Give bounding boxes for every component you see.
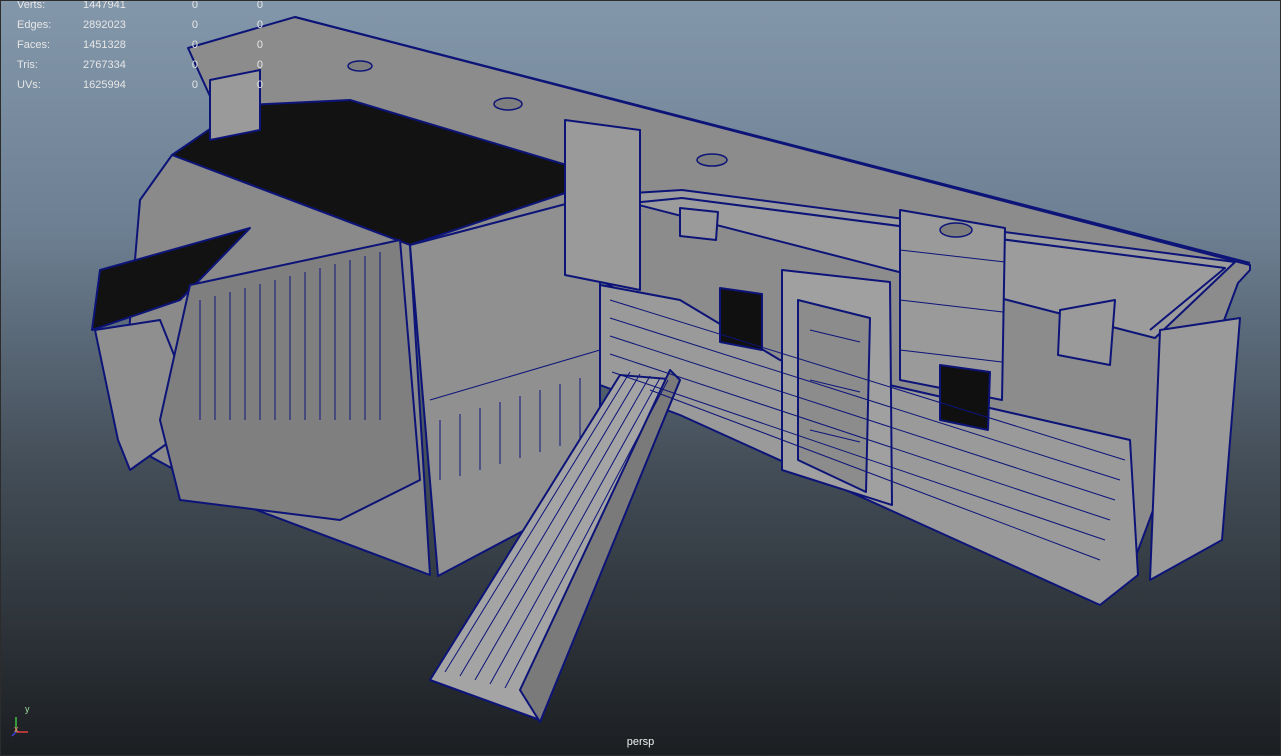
3d-viewport[interactable]: Verts: 1447941 0 0 Edges: 2892023 0 0 Fa… <box>0 0 1281 756</box>
hud-selected: 0 <box>191 79 198 91</box>
hud-count: 1625994 <box>83 79 126 91</box>
hud-label: Tris: <box>17 59 38 71</box>
hud-selected: 0 <box>191 39 198 51</box>
hud-label: Verts: <box>17 0 46 11</box>
hud-label: UVs: <box>17 79 41 91</box>
hud-percent: 0 <box>256 39 263 51</box>
hud-selected: 0 <box>191 59 198 71</box>
hud-count: 2767334 <box>83 59 126 71</box>
hud-count: 2892023 <box>83 19 126 31</box>
hud-label: Edges: <box>17 19 52 31</box>
hud-percent: 0 <box>256 79 263 91</box>
scene-wireframe[interactable] <box>0 0 1281 756</box>
view-axis-gizmo: y x <box>10 704 40 738</box>
hud-selected: 0 <box>191 19 198 31</box>
hud-selected: 0 <box>191 0 198 11</box>
camera-name-label: persp <box>626 736 655 748</box>
axis-x-label: x <box>14 724 19 734</box>
axis-y-label: y <box>25 704 30 714</box>
hud-label: Faces: <box>17 39 51 51</box>
hud-percent: 0 <box>256 59 263 71</box>
hud-percent: 0 <box>256 0 263 11</box>
hud-count: 1451328 <box>83 39 126 51</box>
hud-percent: 0 <box>256 19 263 31</box>
hud-count: 1447941 <box>83 0 126 11</box>
